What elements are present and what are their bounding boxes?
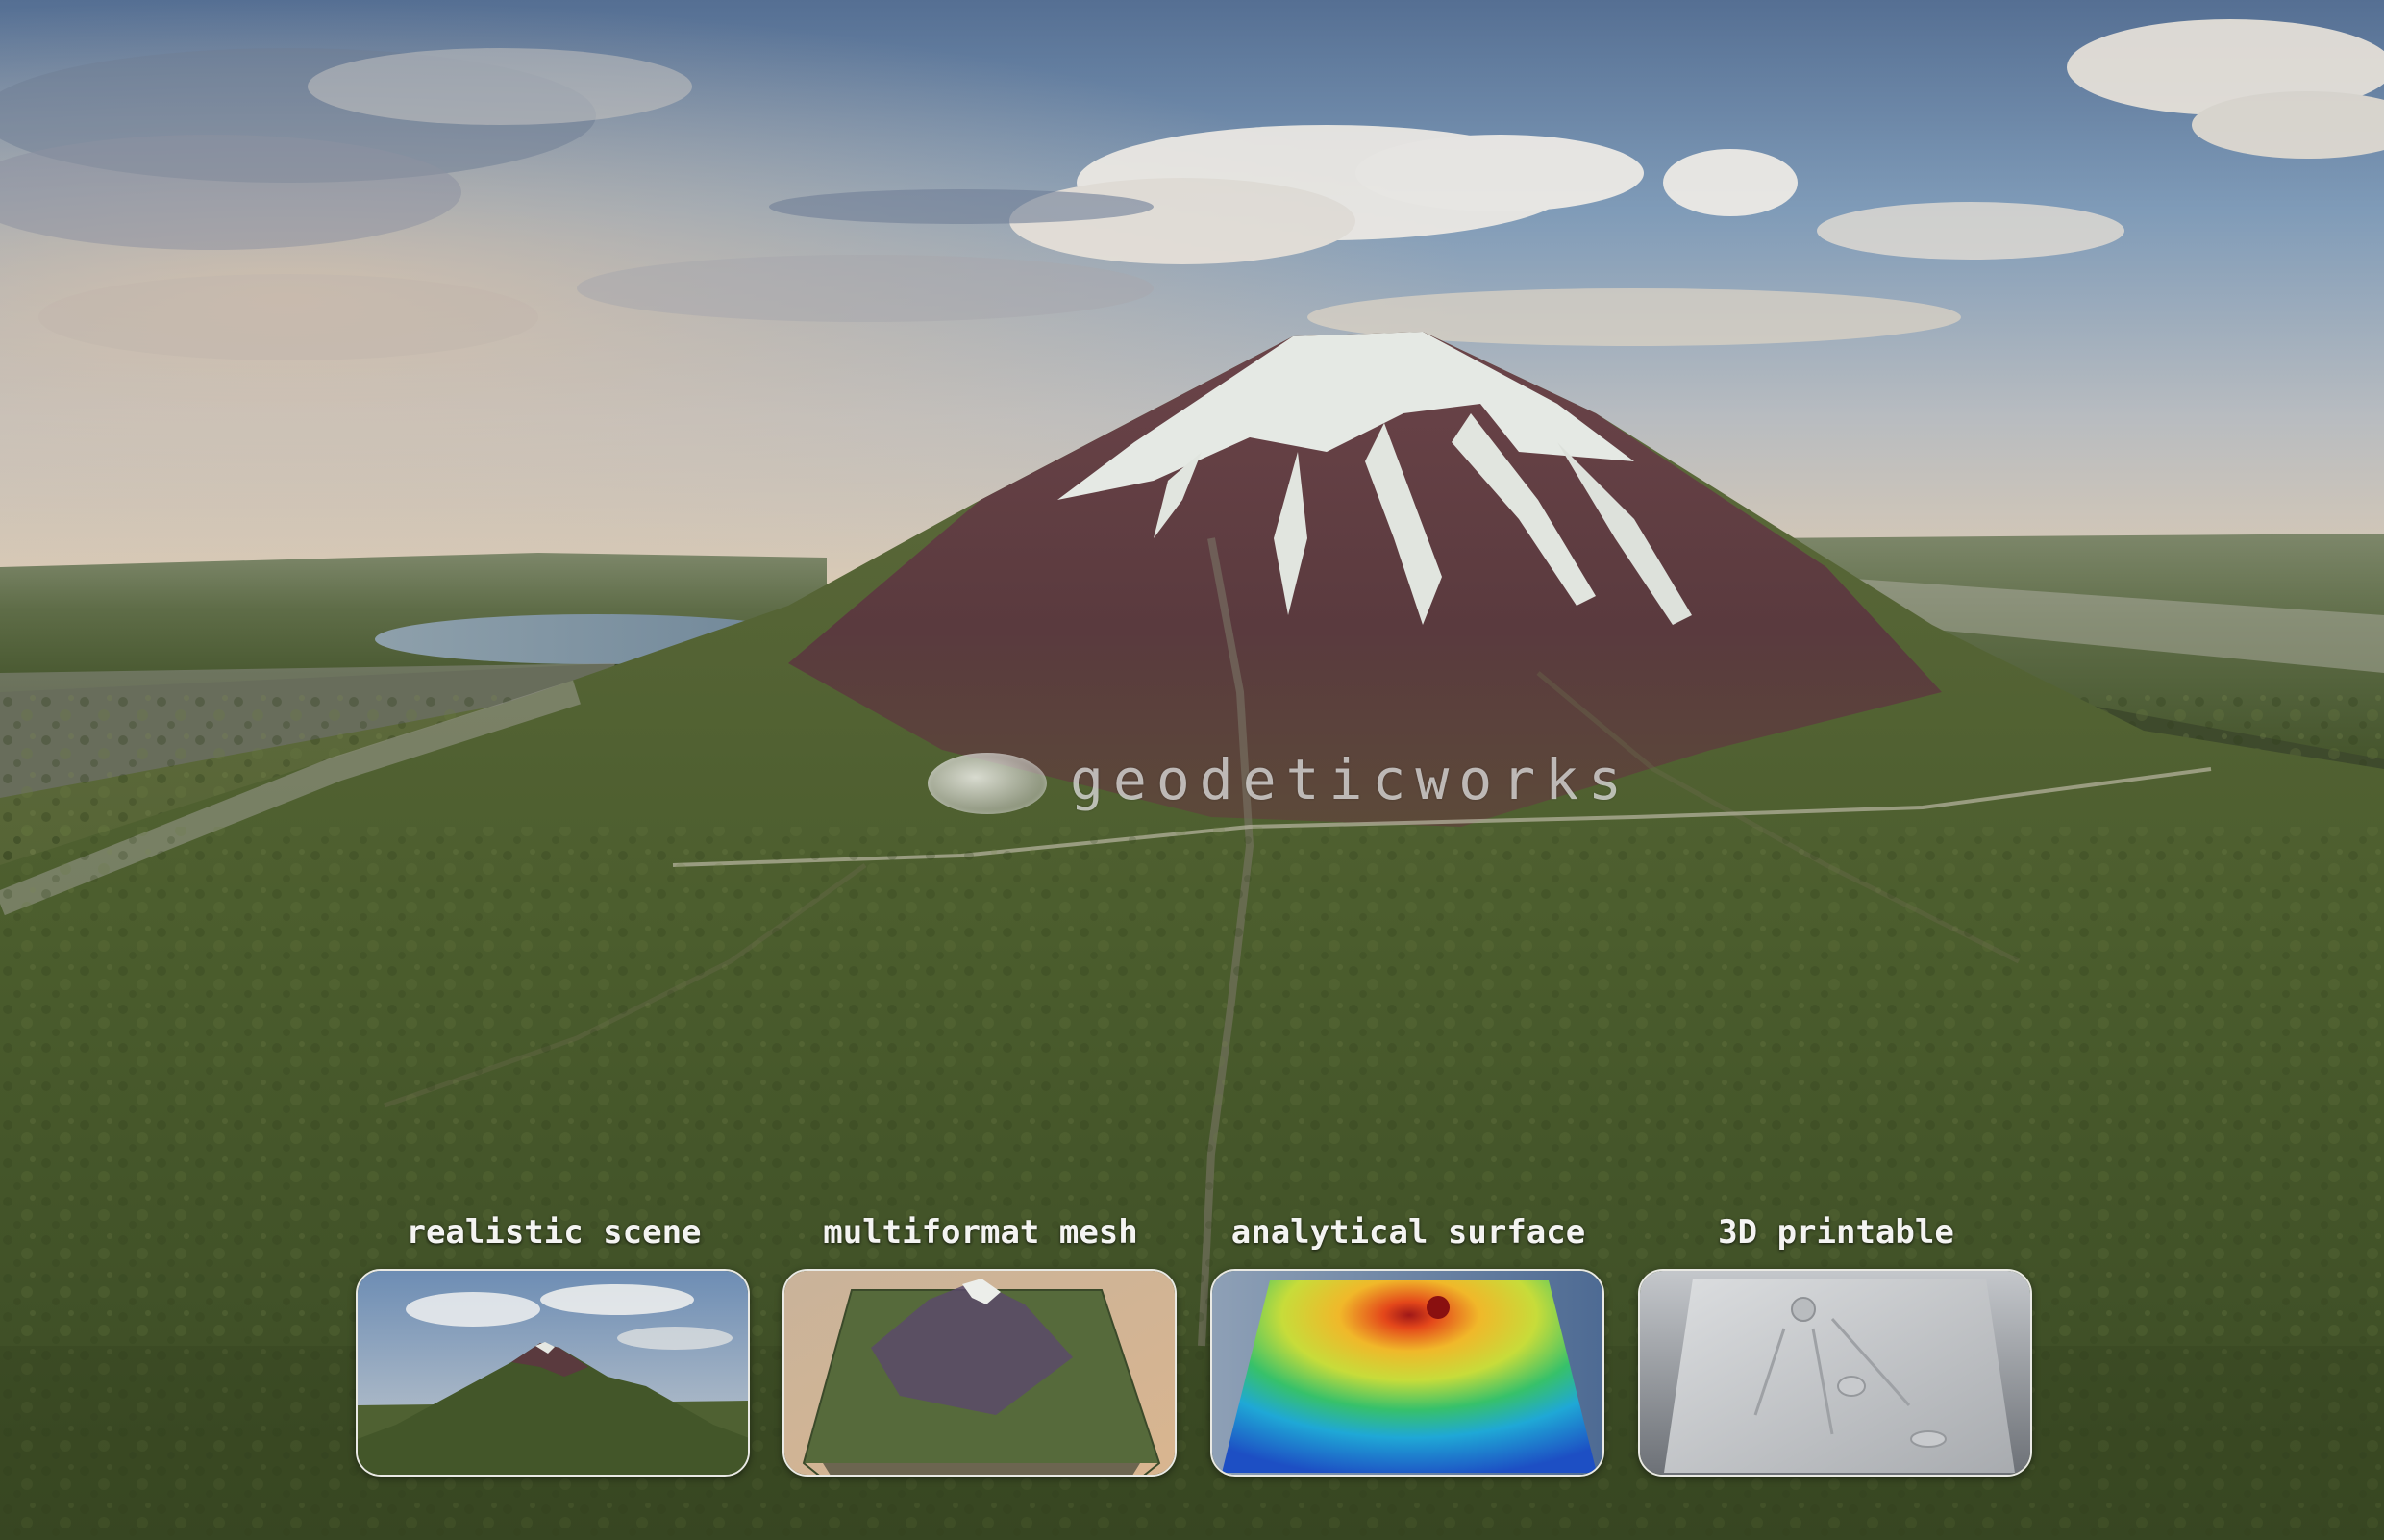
geodeticworks-logo: geodeticworks <box>928 745 1622 822</box>
analytical-surface-thumbnail <box>1212 1271 1602 1475</box>
card-multiformat-mesh[interactable] <box>782 1269 1177 1477</box>
card-3d-printable[interactable] <box>1638 1269 2032 1477</box>
card-label-analytical-surface: analytical surface <box>1230 1213 1586 1252</box>
logo-text: geodeticworks <box>1070 747 1631 812</box>
terrain-disc-icon <box>928 753 1047 814</box>
realistic-scene-thumbnail <box>358 1271 748 1475</box>
multiformat-mesh-thumbnail <box>784 1271 1175 1475</box>
card-label-3d-printable: 3D printable <box>1718 1213 1954 1252</box>
card-analytical-surface[interactable] <box>1210 1269 1604 1477</box>
card-label-realistic-scene: realistic scene <box>406 1213 702 1252</box>
3d-printable-thumbnail <box>1640 1271 2030 1475</box>
card-realistic-scene[interactable] <box>356 1269 750 1477</box>
hero-scene: geodeticworks realistic scene multiforma… <box>0 0 2384 1540</box>
card-label-multiformat-mesh: multiformat mesh <box>823 1213 1138 1252</box>
